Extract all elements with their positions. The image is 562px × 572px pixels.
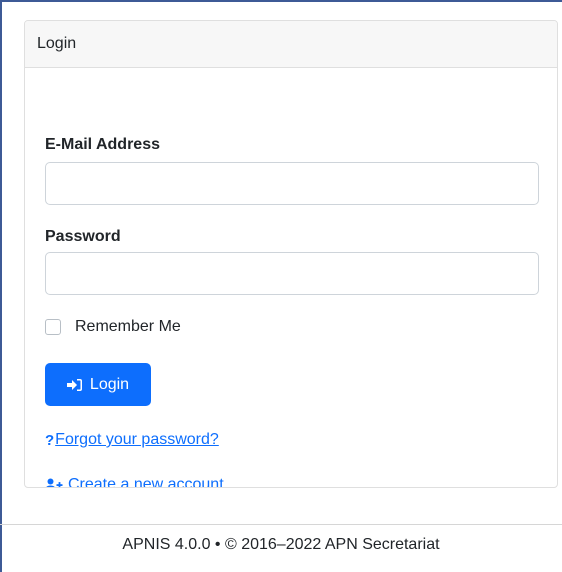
email-label: E-Mail Address	[45, 136, 160, 153]
window-frame-left	[0, 0, 2, 572]
user-plus-icon	[45, 478, 63, 487]
login-button-label: Login	[89, 375, 130, 393]
password-label: Password	[45, 228, 121, 245]
question-icon: ?	[45, 431, 55, 449]
forgot-password-link[interactable]: Forgot your password?	[55, 431, 219, 449]
window-frame-top	[0, 0, 562, 2]
footer: APNIS 4.0.0 • © 2016–2022 APN Secretaria…	[0, 536, 562, 554]
login-card: Login E-Mail Address Password Remember M…	[24, 20, 558, 488]
remember-me-checkbox[interactable]	[45, 319, 61, 335]
footer-divider	[0, 524, 562, 525]
card-header: Login	[25, 21, 557, 68]
login-button[interactable]: Login	[45, 363, 151, 406]
sign-in-icon	[66, 378, 83, 392]
email-field[interactable]	[45, 162, 539, 205]
remember-me-label[interactable]: Remember Me	[75, 318, 181, 336]
footer-text: APNIS 4.0.0 • © 2016–2022 APN Secretaria…	[122, 536, 440, 553]
remember-me-row[interactable]: Remember Me	[45, 318, 181, 336]
create-account-row: Create a new account	[45, 476, 224, 487]
forgot-password-row: ? Forgot your password?	[45, 431, 219, 449]
card-title: Login	[37, 35, 77, 52]
create-account-link[interactable]: Create a new account	[68, 476, 224, 487]
password-field[interactable]	[45, 252, 539, 295]
